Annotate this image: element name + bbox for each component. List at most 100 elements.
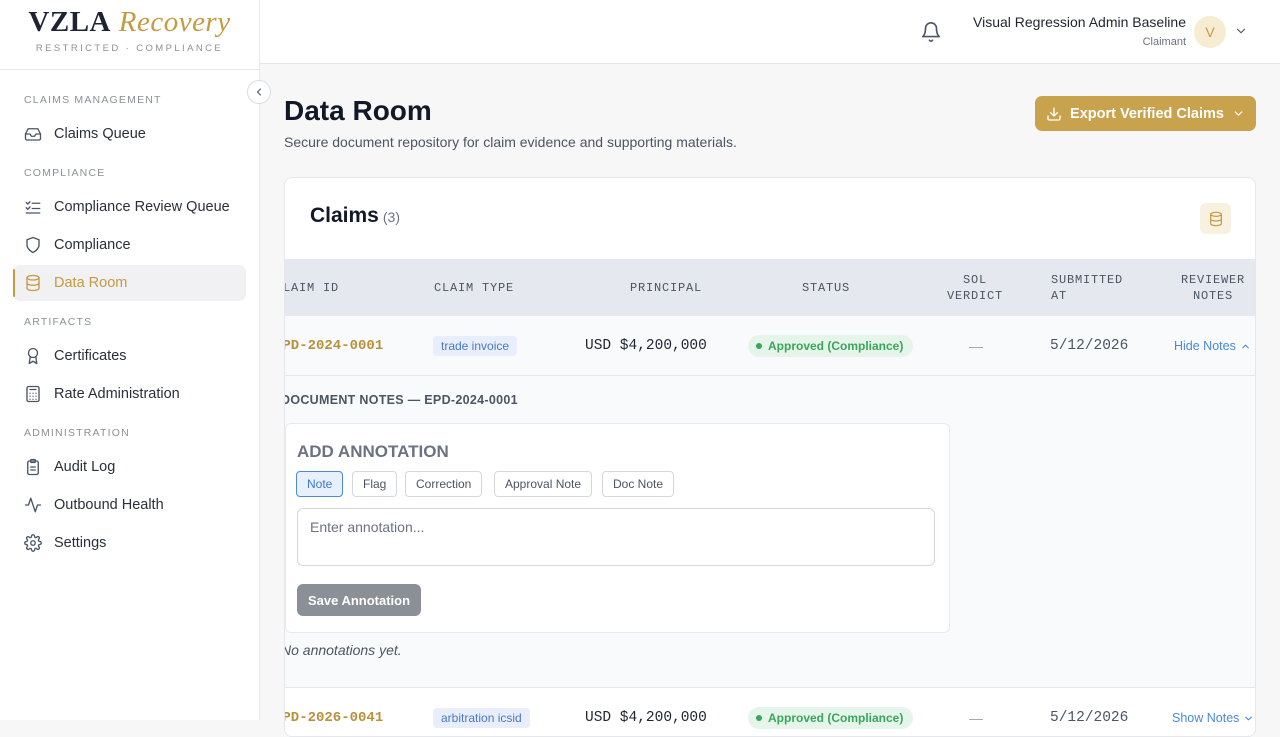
brand-name-part1: VZLA [28,6,111,38]
claim-id-cell[interactable]: EPD-2026-0041 [285,688,383,736]
bell-icon[interactable] [920,21,942,43]
hide-notes-button[interactable]: Hide Notes [1174,339,1251,353]
principal-amount: USD $4,200,000 [585,338,707,354]
column-header-sol-verdict[interactable]: SOL VERDICT [947,272,1003,304]
annotation-type-correction[interactable]: Correction [405,471,483,497]
sol-verdict-cell: — [969,688,983,736]
chevron-down-icon[interactable] [1234,24,1248,38]
download-icon [1047,106,1061,121]
annotation-input[interactable] [297,508,935,566]
show-notes-button[interactable]: Show Notes [1172,711,1254,725]
no-annotations-text: No annotations yet. [284,642,402,658]
column-header-reviewer-line1: REVIEWER [1180,273,1245,287]
sidebar-item-label: Compliance [54,237,131,253]
claim-id-cell[interactable]: EPD-2024-0001 [285,316,383,376]
sidebar-item-label: Outbound Health [54,497,164,513]
database-icon [1209,211,1222,226]
sidebar-item-rate-administration[interactable]: Rate Administration [13,376,246,412]
avatar[interactable]: V [1194,16,1226,48]
chevron-up-icon [1242,344,1249,348]
annotation-type-doc-note[interactable]: Doc Note [602,471,675,497]
column-header-status[interactable]: STATUS [802,280,850,296]
sidebar-item-label: Audit Log [54,459,116,475]
claim-id[interactable]: EPD-2024-0001 [285,338,383,354]
status-cell: Approved (Compliance) [748,316,914,376]
chevron-down-icon [1245,716,1253,720]
principal-cell: USD $4,200,000 [585,688,707,736]
activity-icon [24,497,42,513]
list-check-icon [25,201,41,214]
claim-type-badge: arbitration icsid [433,708,530,728]
sidebar-item-label: Compliance Review Queue [54,199,230,215]
sidebar-collapse-button[interactable] [247,80,271,104]
sidebar-item-claims-queue[interactable]: Claims Queue [13,116,246,152]
sidebar-item-compliance[interactable]: Compliance [13,227,246,263]
sidebar-item-label: Certificates [54,348,127,364]
user-role: Claimant [1142,36,1186,48]
gear-icon [24,534,42,552]
status-text: Approved (Compliance) [768,711,904,725]
sidebar-item-outbound-health[interactable]: Outbound Health [13,487,246,523]
sidebar-item-compliance-review-queue[interactable]: Compliance Review Queue [13,189,246,225]
submitted-date: 5/12/2026 [1050,710,1129,726]
column-header-claim-id[interactable]: CLAIM ID [285,280,339,296]
status-text: Approved (Compliance) [768,339,904,353]
status-badge: Approved (Compliance) [748,707,914,729]
principal-amount: USD $4,200,000 [585,710,707,726]
page-subtitle: Secure document repository for claim evi… [284,134,737,150]
column-header-reviewer-line2: NOTES [1192,289,1233,303]
document-notes-panel: DOCUMENT NOTES — EPD-2024-0001 ADD ANNOT… [284,376,1255,687]
column-header-submitted-at[interactable]: SUBMITTED AT [1051,272,1123,304]
status-badge: Approved (Compliance) [748,335,914,357]
sidebar-item-data-room[interactable]: Data Room [13,265,246,301]
claim-type-cell: arbitration icsid [433,688,530,736]
inbox-icon [24,128,42,141]
sidebar-item-settings[interactable]: Settings [13,525,246,561]
column-header-claim-type[interactable]: CLAIM TYPE [434,280,514,296]
export-button-label: Export Verified Claims [1070,105,1224,122]
column-header-submitted-line2: AT [1051,289,1068,303]
reviewer-notes-cell: Show Notes [1172,688,1254,736]
award-icon [27,347,39,365]
table-row[interactable]: EPD-2024-0001 trade invoice USD $4,200,0… [285,316,1255,376]
sol-verdict-cell: — [969,316,983,376]
sidebar-item-certificates[interactable]: Certificates [13,338,246,374]
brand-logo[interactable]: VZLA Recovery RESTRICTED · COMPLIANCE [0,0,259,70]
submitted-date: 5/12/2026 [1050,338,1129,354]
sidebar-item-label: Data Room [54,275,128,291]
claims-card: Claims(3) CLAIM ID CLAIM TYPE PRINCIPAL … [284,177,1256,737]
nav-section-claims-management: CLAIMS MANAGEMENT [24,94,162,106]
column-header-principal[interactable]: PRINCIPAL [630,280,702,296]
nav-section-administration: ADMINISTRATION [24,427,130,439]
table-header: CLAIM ID CLAIM TYPE PRINCIPAL STATUS SOL… [285,259,1255,316]
data-room-toggle-button[interactable] [1200,203,1231,234]
annotation-type-note[interactable]: Note [296,471,344,497]
claim-type-cell: trade invoice [433,316,518,376]
sidebar: VZLA Recovery RESTRICTED · COMPLIANCE CL… [0,0,260,720]
annotation-type-flag[interactable]: Flag [352,471,398,497]
sol-verdict-value: — [969,710,983,726]
principal-cell: USD $4,200,000 [585,316,707,376]
column-header-reviewer-notes[interactable]: REVIEWER NOTES [1177,272,1249,304]
sidebar-item-label: Settings [54,535,107,551]
column-header-submitted-line1: SUBMITTED [1051,273,1124,287]
brand-name-part2: Recovery [118,6,231,38]
sidebar-item-label: Rate Administration [54,386,180,402]
status-cell: Approved (Compliance) [748,688,914,736]
user-name: Visual Regression Admin Baseline [973,14,1186,30]
sidebar-item-audit-log[interactable]: Audit Log [13,449,246,485]
claim-id[interactable]: EPD-2026-0041 [285,710,383,726]
table-row[interactable]: EPD-2026-0041 arbitration icsid USD $4,2… [285,687,1255,736]
chevron-left-icon [256,88,262,96]
brand-subtitle: RESTRICTED · COMPLIANCE [35,43,224,54]
status-dot-icon [756,715,762,721]
annotation-type-approval-note[interactable]: Approval Note [494,471,593,497]
save-annotation-button[interactable]: Save Annotation [297,584,421,616]
claims-title: Claims (3) [310,204,400,228]
page-title: Data Room [284,95,432,126]
reviewer-notes-cell: Hide Notes [1174,316,1251,376]
submitted-at-cell: 5/12/2026 [1050,316,1128,376]
clipboard-icon [27,458,39,476]
claims-title-text: Claims [310,204,379,227]
export-verified-claims-button[interactable]: Export Verified Claims [1035,96,1256,131]
